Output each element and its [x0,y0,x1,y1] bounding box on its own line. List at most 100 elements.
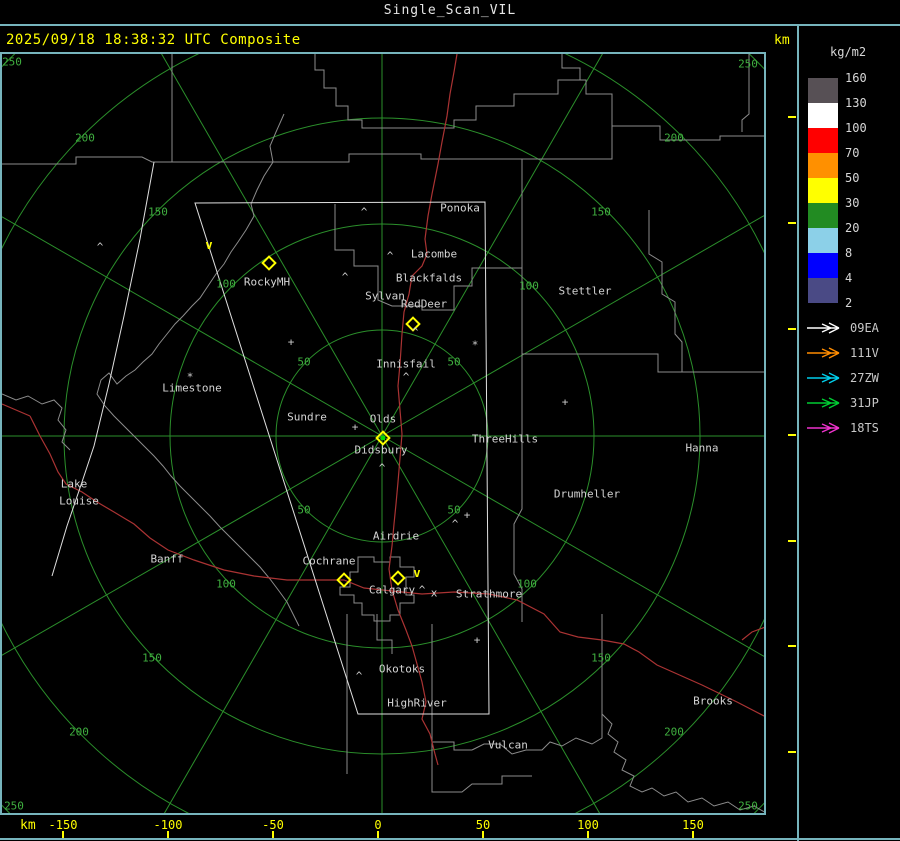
colorbar-value-label: 50 [845,171,860,185]
y-axis-tick-mark [788,540,796,542]
range-ring-label: 200 [75,131,95,145]
track-arrow-icon [807,421,840,434]
city-label: Brooks [693,694,733,708]
y-axis-tick-mark [788,116,796,118]
track-legend-row: 18TS [806,415,879,440]
track-id-label: 18TS [850,420,879,435]
town-caret-icon [412,326,419,339]
colorbar-swatch [808,253,838,278]
town-caret-icon [356,670,363,683]
city-label: Okotoks [378,662,426,676]
city-label: Innisfail [376,357,436,371]
range-ring-label: 150 [148,205,168,219]
colorbar-value-label: 70 [845,146,860,160]
x-axis-tick-label: -100 [153,818,183,832]
track-legend-row: 111V [806,340,879,365]
colorbar [808,78,838,303]
x-axis-tick-label: 50 [475,818,491,832]
colorbar-swatch [808,128,838,153]
city-label: Drumheller [553,487,621,501]
track-arrow-icon [807,321,840,334]
title-divider [0,24,900,26]
range-ring-label: 250 [738,57,758,71]
range-ring-label: 50 [297,503,311,517]
track-arrow-icon [807,346,840,359]
x-axis-tick-label: 0 [374,818,382,832]
star-marker-icon [472,339,479,352]
city-label: RedDeer [400,297,448,311]
radar-map[interactable]: 250 200 150 100 50 250 200 150 100 50 50 100 150 200 2… [0,52,766,815]
city-label: Ponoka [440,201,480,215]
x-axis-tick-label: -50 [262,818,284,832]
plus-marker-icon [474,634,481,647]
range-ring-label: 100 [216,577,236,591]
bottom-axis-unit: km [20,818,36,833]
range-ring-label: 250 [738,799,758,813]
city-label: Calgary [368,583,416,597]
town-caret-icon [379,462,386,475]
track-legend-row: 27ZW [806,365,879,390]
track-id-label: 09EA [850,320,879,335]
colorbar-value-label: 4 [845,271,853,285]
city-label: Sundre [287,410,327,424]
city-label: RockyMH [243,275,291,289]
y-axis-tick-mark [788,328,796,330]
track-id-label: 27ZW [850,370,879,385]
range-ring-label: 250 [4,799,24,813]
town-caret-icon [387,250,394,263]
x-axis-tick-mark [482,831,484,838]
y-axis-tick-mark [788,751,796,753]
x-axis-tick-mark [167,831,169,838]
city-label: Airdrie [372,529,420,543]
bottom-border [0,838,900,840]
right-axis-unit: km [774,33,790,48]
colorbar-value-label: 130 [845,96,867,110]
city-label: Hanna [685,441,719,455]
star-marker-icon [187,371,194,384]
down-arrow-icon [413,566,420,580]
city-label: ThreeHills [471,432,539,446]
colorbar-value-label: 160 [845,71,867,85]
track-id-label: 111V [850,345,879,360]
x-axis-tick-mark [272,831,274,838]
town-caret-icon [419,584,426,597]
colorbar-value-label: 2 [845,296,853,310]
town-caret-icon [342,271,349,284]
range-ring-label: 150 [142,651,162,665]
x-axis-tick-mark [587,831,589,838]
colorbar-value-label: 8 [845,246,853,260]
colorbar-unit: kg/m2 [830,45,867,59]
city-label: Stettler [558,284,612,298]
track-legend-row: 09EA [806,315,879,340]
plus-marker-icon [464,509,471,522]
range-ring-label: 50 [447,355,461,369]
track-legend-row: 31JP [806,390,879,415]
range-ring-label: 200 [664,725,684,739]
city-label: Blackfalds [395,271,463,285]
town-caret-icon [452,518,459,531]
range-ring-label: 200 [69,725,89,739]
colorbar-swatch [808,278,838,303]
city-label: Didsbury [354,443,408,457]
range-ring-label: 100 [216,277,236,291]
colorbar-swatch [808,203,838,228]
colorbar-swatch [808,103,838,128]
colorbar-value-label: 20 [845,221,860,235]
down-arrow-icon [205,238,212,252]
city-label: Strathmore [455,587,523,601]
plus-marker-icon [288,336,295,349]
x-axis-tick-mark [62,831,64,838]
range-ring-label: 50 [297,355,311,369]
x-axis-tick-label: 150 [682,818,704,832]
city-label: Lake [60,477,88,491]
city-label: HighRiver [387,696,447,710]
city-label: Vulcan [488,738,528,752]
plus-marker-icon [562,396,569,409]
range-ring-label: 50 [447,503,461,517]
town-caret-icon [97,241,104,254]
city-label: Cochrane [302,554,356,568]
colorbar-value-label: 30 [845,196,860,210]
range-ring-label: 100 [519,279,539,293]
track-id-label: 31JP [850,395,879,410]
city-label: Lacombe [410,247,458,261]
